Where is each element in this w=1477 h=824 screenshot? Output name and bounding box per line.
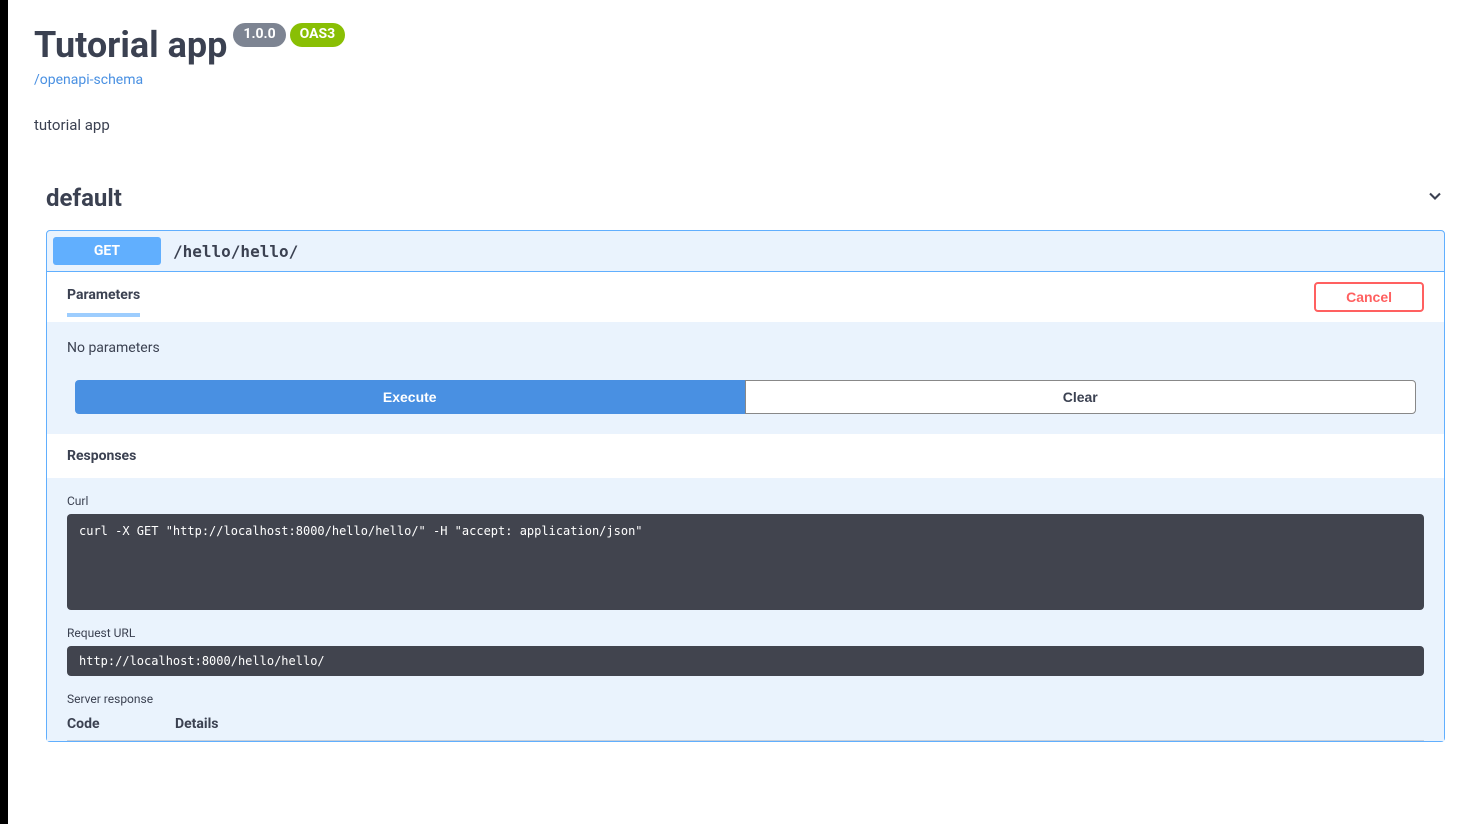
schema-link[interactable]: /openapi-schema [34, 72, 143, 88]
oas-badge: OAS3 [290, 23, 346, 47]
response-table-header: Code Details [67, 716, 1424, 741]
details-column-header: Details [175, 716, 219, 732]
clear-button[interactable]: Clear [745, 380, 1417, 414]
execute-button-row: Execute Clear [47, 380, 1444, 434]
operation-block-get-hello: GET /hello/hello/ Parameters Cancel No p… [46, 230, 1445, 742]
api-title: Tutorial app [34, 24, 227, 66]
left-edge-strip [0, 0, 8, 824]
response-body: Curl curl -X GET "http://localhost:8000/… [47, 478, 1444, 741]
code-column-header: Code [67, 716, 127, 732]
server-response-label: Server response [67, 692, 1424, 706]
parameters-tab[interactable]: Parameters [67, 287, 140, 317]
operation-summary[interactable]: GET /hello/hello/ [47, 231, 1444, 271]
responses-header: Responses [47, 434, 1444, 478]
curl-command-box[interactable]: curl -X GET "http://localhost:8000/hello… [67, 514, 1424, 610]
cancel-button[interactable]: Cancel [1314, 282, 1424, 312]
operation-body: Parameters Cancel No parameters Execute … [47, 271, 1444, 741]
tag-name: default [46, 184, 122, 212]
tag-section-default: default GET /hello/hello/ Parameters Can… [34, 184, 1445, 742]
tag-header[interactable]: default [46, 184, 1445, 218]
api-description: tutorial app [34, 116, 1445, 134]
execute-button[interactable]: Execute [75, 380, 745, 414]
request-url-box[interactable]: http://localhost:8000/hello/hello/ [67, 646, 1424, 676]
operation-path: /hello/hello/ [173, 242, 298, 261]
curl-label: Curl [67, 494, 1424, 508]
no-parameters-text: No parameters [47, 322, 1444, 380]
chevron-down-icon [1425, 186, 1445, 210]
swagger-ui: Tutorial app 1.0.0 OAS3 /openapi-schema … [0, 0, 1477, 774]
parameters-header: Parameters Cancel [47, 272, 1444, 322]
method-badge-get: GET [53, 237, 161, 265]
api-header: Tutorial app 1.0.0 OAS3 [34, 24, 1445, 66]
request-url-label: Request URL [67, 626, 1424, 640]
version-badge: 1.0.0 [233, 23, 285, 47]
